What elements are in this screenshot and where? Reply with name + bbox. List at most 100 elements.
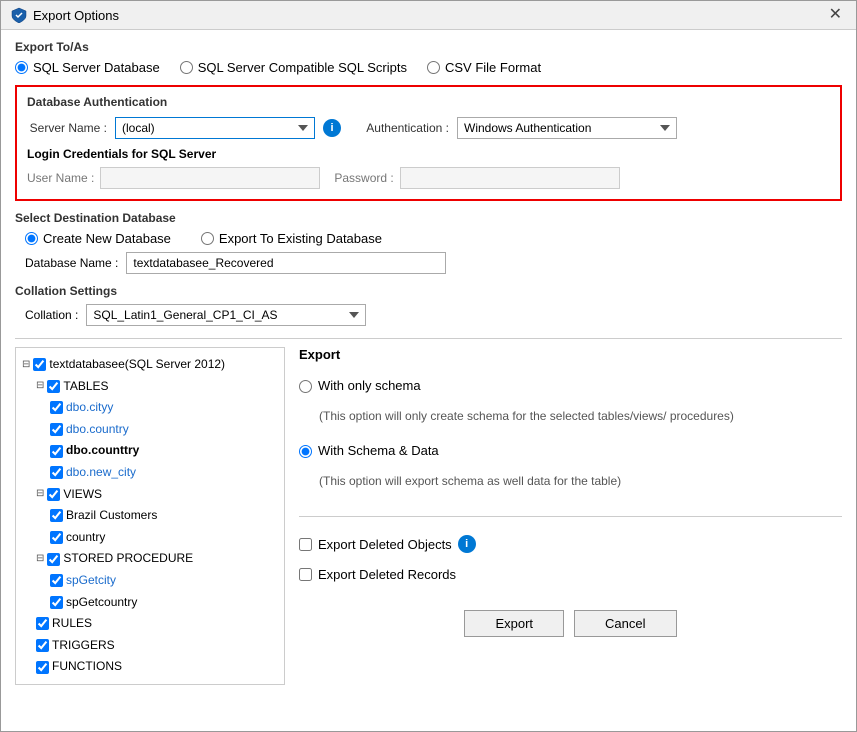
bottom-area: ⊟ textdatabasee(SQL Server 2012) ⊟ TABLE… bbox=[15, 347, 842, 685]
rules-folder: RULES bbox=[22, 613, 278, 635]
export-section-label: Export bbox=[299, 347, 842, 362]
rules-label: RULES bbox=[52, 613, 92, 635]
server-name-label: Server Name : bbox=[27, 121, 107, 135]
create-new-db-option[interactable]: Create New Database bbox=[25, 231, 171, 246]
export-deleted-records-checkbox[interactable] bbox=[299, 568, 312, 581]
spgetcity-checkbox[interactable] bbox=[50, 574, 63, 587]
sql-server-database-label: SQL Server Database bbox=[33, 60, 160, 75]
app-icon bbox=[11, 7, 27, 23]
with-schema-data-desc: (This option will export schema as well … bbox=[319, 472, 842, 490]
with-schema-radio[interactable] bbox=[299, 380, 312, 393]
new-city-checkbox[interactable] bbox=[50, 466, 63, 479]
close-button[interactable]: ✕ bbox=[825, 7, 846, 23]
triggers-label: TRIGGERS bbox=[52, 635, 115, 657]
spgetcountry-label: spGetcountry bbox=[66, 592, 137, 614]
rules-checkbox[interactable] bbox=[36, 617, 49, 630]
username-label: User Name : bbox=[27, 171, 94, 185]
functions-folder: FUNCTIONS bbox=[22, 656, 278, 678]
sql-scripts-radio[interactable] bbox=[180, 61, 193, 74]
username-item: User Name : bbox=[27, 167, 320, 189]
export-button[interactable]: Export bbox=[464, 610, 564, 637]
root-checkbox[interactable] bbox=[33, 358, 46, 371]
csv-format-radio[interactable] bbox=[427, 61, 440, 74]
tree-item-country-view: country bbox=[22, 527, 278, 549]
tree-item-cityy: dbo.cityy bbox=[22, 397, 278, 419]
password-item: Password : bbox=[334, 167, 619, 189]
server-name-select[interactable]: (local) bbox=[115, 117, 315, 139]
username-input[interactable] bbox=[100, 167, 320, 189]
export-deleted-objects-checkbox[interactable] bbox=[299, 538, 312, 551]
country-label: dbo.country bbox=[66, 419, 129, 441]
tables-checkbox[interactable] bbox=[47, 380, 60, 393]
tables-expand-icon[interactable]: ⊟ bbox=[36, 377, 44, 395]
content-area: Export To/As SQL Server Database SQL Ser… bbox=[1, 30, 856, 699]
functions-label: FUNCTIONS bbox=[52, 656, 122, 678]
create-new-db-label: Create New Database bbox=[43, 231, 171, 246]
db-name-row: Database Name : bbox=[25, 252, 842, 274]
views-label: VIEWS bbox=[63, 484, 102, 506]
cancel-button[interactable]: Cancel bbox=[574, 610, 676, 637]
export-deleted-objects-label: Export Deleted Objects bbox=[318, 537, 452, 552]
tables-folder: ⊟ TABLES bbox=[22, 376, 278, 398]
cityy-label: dbo.cityy bbox=[66, 397, 113, 419]
with-schema-desc: (This option will only create schema for… bbox=[319, 407, 842, 425]
sql-server-database-radio[interactable] bbox=[15, 61, 28, 74]
create-new-db-radio[interactable] bbox=[25, 232, 38, 245]
with-schema-data-radio[interactable] bbox=[299, 445, 312, 458]
stored-proc-label: STORED PROCEDURE bbox=[63, 548, 193, 570]
spgetcountry-checkbox[interactable] bbox=[50, 596, 63, 609]
sql-scripts-option[interactable]: SQL Server Compatible SQL Scripts bbox=[180, 60, 407, 75]
export-existing-db-radio[interactable] bbox=[201, 232, 214, 245]
country-view-checkbox[interactable] bbox=[50, 531, 63, 544]
with-schema-data-label: With Schema & Data bbox=[318, 443, 439, 458]
title-bar-left: Export Options bbox=[11, 7, 119, 23]
export-deleted-objects-row: Export Deleted Objects i bbox=[299, 535, 842, 553]
country-checkbox[interactable] bbox=[50, 423, 63, 436]
authentication-select[interactable]: Windows Authentication bbox=[457, 117, 677, 139]
spgetcity-label: spGetcity bbox=[66, 570, 116, 592]
right-divider bbox=[299, 516, 842, 517]
deleted-objects-info-icon[interactable]: i bbox=[458, 535, 476, 553]
tree-item-brazil: Brazil Customers bbox=[22, 505, 278, 527]
server-info-icon[interactable]: i bbox=[323, 119, 341, 137]
password-input[interactable] bbox=[400, 167, 620, 189]
destination-database-section: Select Destination Database Create New D… bbox=[15, 211, 842, 274]
with-schema-label: With only schema bbox=[318, 378, 421, 393]
csv-format-option[interactable]: CSV File Format bbox=[427, 60, 541, 75]
triggers-checkbox[interactable] bbox=[36, 639, 49, 652]
with-schema-data-option: With Schema & Data bbox=[299, 443, 842, 458]
authentication-label: Authentication : bbox=[349, 121, 449, 135]
brazil-label: Brazil Customers bbox=[66, 505, 157, 527]
brazil-checkbox[interactable] bbox=[50, 509, 63, 522]
export-existing-db-label: Export To Existing Database bbox=[219, 231, 382, 246]
db-auth-label: Database Authentication bbox=[27, 95, 830, 109]
new-city-label: dbo.new_city bbox=[66, 462, 136, 484]
views-checkbox[interactable] bbox=[47, 488, 60, 501]
collation-select[interactable]: SQL_Latin1_General_CP1_CI_AS bbox=[86, 304, 366, 326]
divider bbox=[15, 338, 842, 339]
cityy-checkbox[interactable] bbox=[50, 401, 63, 414]
root-expand-icon[interactable]: ⊟ bbox=[22, 356, 30, 374]
tree-item-spgetcountry: spGetcountry bbox=[22, 592, 278, 614]
functions-checkbox[interactable] bbox=[36, 661, 49, 674]
sql-scripts-label: SQL Server Compatible SQL Scripts bbox=[198, 60, 407, 75]
title-bar: Export Options ✕ bbox=[1, 1, 856, 30]
collation-label: Collation : bbox=[25, 308, 78, 322]
password-label: Password : bbox=[334, 171, 393, 185]
tables-label: TABLES bbox=[63, 376, 108, 398]
collation-row: Collation : SQL_Latin1_General_CP1_CI_AS bbox=[25, 304, 842, 326]
views-expand-icon[interactable]: ⊟ bbox=[36, 485, 44, 503]
login-creds-label: Login Credentials for SQL Server bbox=[27, 147, 830, 161]
root-label: textdatabasee(SQL Server 2012) bbox=[49, 354, 225, 376]
stored-proc-checkbox[interactable] bbox=[47, 553, 60, 566]
export-existing-db-option[interactable]: Export To Existing Database bbox=[201, 231, 382, 246]
action-buttons-row: Export Cancel bbox=[299, 610, 842, 637]
counttry-checkbox[interactable] bbox=[50, 445, 63, 458]
stored-proc-folder: ⊟ STORED PROCEDURE bbox=[22, 548, 278, 570]
db-name-input[interactable] bbox=[126, 252, 446, 274]
window-title: Export Options bbox=[33, 8, 119, 23]
export-deleted-records-row: Export Deleted Records bbox=[299, 567, 842, 582]
server-name-row: Server Name : (local) i Authentication :… bbox=[27, 117, 830, 139]
stored-proc-expand-icon[interactable]: ⊟ bbox=[36, 550, 44, 568]
sql-server-database-option[interactable]: SQL Server Database bbox=[15, 60, 160, 75]
